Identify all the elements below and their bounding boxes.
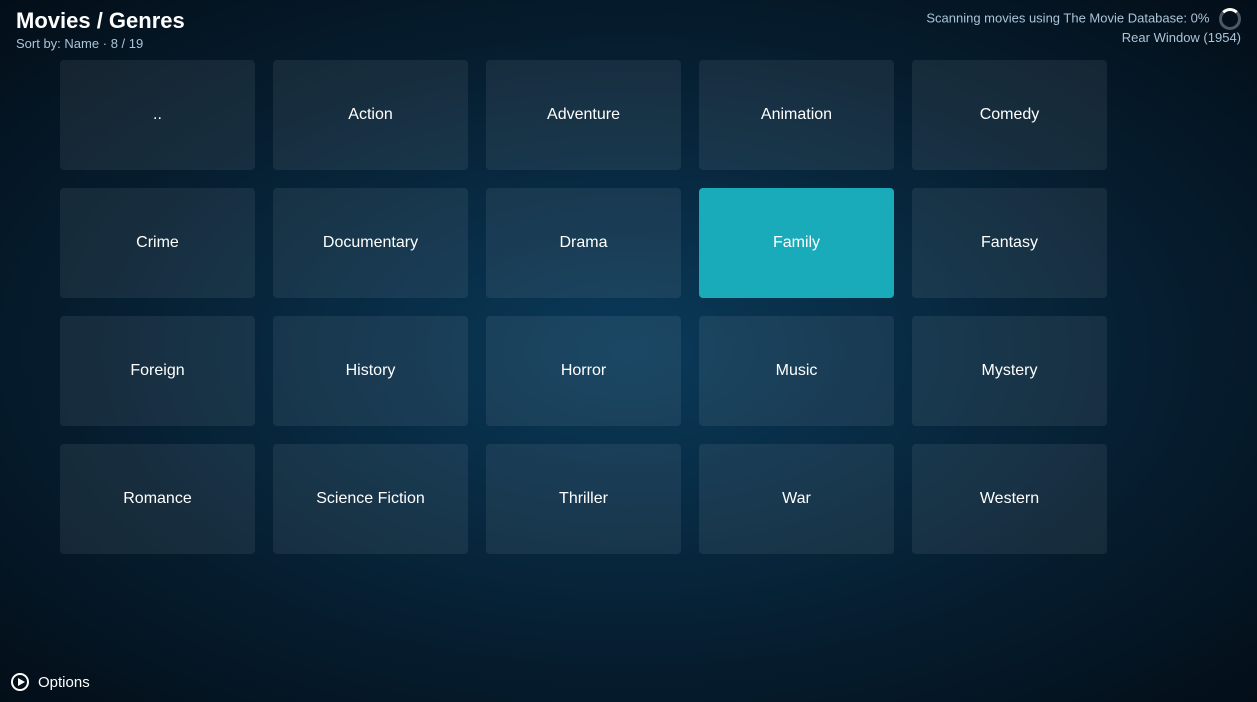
genre-btn-science-fiction[interactable]: Science Fiction [273, 444, 468, 554]
genre-btn-fantasy[interactable]: Fantasy [912, 188, 1107, 298]
genre-btn-action[interactable]: Action [273, 60, 468, 170]
genre-btn-animation[interactable]: Animation [699, 60, 894, 170]
genre-btn-romance[interactable]: Romance [60, 444, 255, 554]
options-label: Options [38, 674, 90, 691]
genre-btn-war[interactable]: War [699, 444, 894, 554]
sort-count: 8 / 19 [111, 36, 144, 51]
genre-grid: ..ActionAdventureAnimationComedy CrimeDoc… [60, 60, 1247, 554]
genre-btn-mystery[interactable]: Mystery [912, 316, 1107, 426]
spinner-icon [1219, 8, 1241, 30]
genre-btn-documentary[interactable]: Documentary [273, 188, 468, 298]
genre-btn-adventure[interactable]: Adventure [486, 60, 681, 170]
page-title: Movies / Genres [16, 8, 185, 34]
genre-btn-family[interactable]: Family [699, 188, 894, 298]
genre-btn-foreign[interactable]: Foreign [60, 316, 255, 426]
genre-btn-dotdot[interactable]: .. [60, 60, 255, 170]
genre-btn-thriller[interactable]: Thriller [486, 444, 681, 554]
genre-btn-crime[interactable]: Crime [60, 188, 255, 298]
sort-dot: · [103, 36, 107, 51]
header-left: Movies / Genres Sort by: Name · 8 / 19 [16, 8, 185, 51]
scan-title: Rear Window (1954) [1122, 30, 1241, 45]
footer[interactable]: Options [10, 672, 90, 692]
options-icon [10, 672, 30, 692]
genre-btn-comedy[interactable]: Comedy [912, 60, 1107, 170]
genre-btn-music[interactable]: Music [699, 316, 894, 426]
header: Movies / Genres Sort by: Name · 8 / 19 S… [0, 0, 1257, 59]
sort-info: Sort by: Name · 8 / 19 [16, 36, 185, 51]
genre-btn-western[interactable]: Western [912, 444, 1107, 554]
genre-btn-history[interactable]: History [273, 316, 468, 426]
genre-btn-horror[interactable]: Horror [486, 316, 681, 426]
sort-label: Sort by: Name [16, 36, 99, 51]
header-right: Scanning movies using The Movie Database… [926, 8, 1241, 45]
genre-btn-drama[interactable]: Drama [486, 188, 681, 298]
scan-status: Scanning movies using The Movie Database… [926, 8, 1241, 30]
